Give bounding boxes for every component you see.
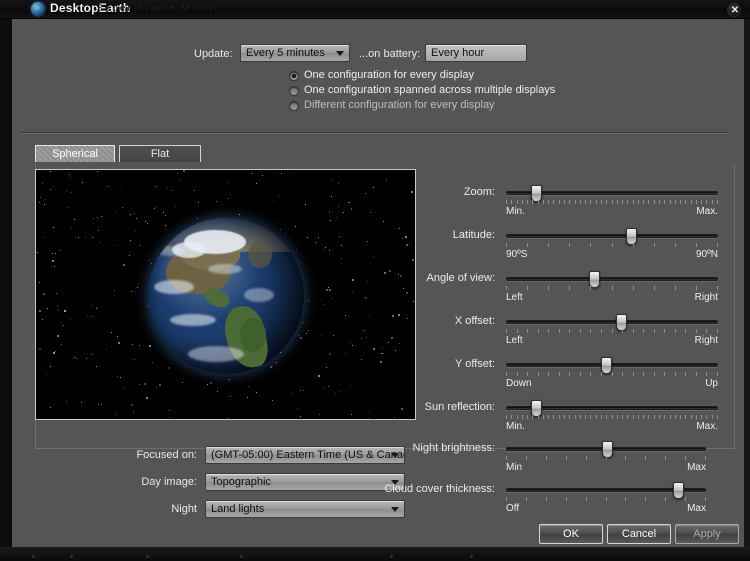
radio-different-config[interactable]: Different configuration for every displa… xyxy=(289,99,495,111)
slider-label: Y offset: xyxy=(455,358,495,370)
slider-ticks xyxy=(506,456,706,461)
slider-track[interactable] xyxy=(506,185,718,202)
slider-min-label: Left xyxy=(506,292,523,303)
slider-min-label: Off xyxy=(506,503,520,514)
tab-spherical[interactable]: Spherical xyxy=(35,145,115,162)
slider-track[interactable] xyxy=(506,228,718,245)
slider-ticks xyxy=(506,372,718,377)
slider-track[interactable] xyxy=(506,400,718,417)
app-window: DesktopEarth Super Frame Mount ✕ Update:… xyxy=(0,0,750,561)
slider-max-label: Max. xyxy=(696,421,718,432)
slider-label: Latitude: xyxy=(452,229,495,241)
slider-min-label: 90ºS xyxy=(506,249,528,260)
slider-ticks xyxy=(506,286,718,291)
slider-ticks xyxy=(506,415,718,420)
slider-max-label: Max xyxy=(687,462,706,473)
slider-track[interactable] xyxy=(506,441,706,458)
battery-dropdown-value: Every hour xyxy=(431,47,485,59)
chevron-down-icon xyxy=(391,507,399,512)
focused-on-label: Focused on: xyxy=(136,449,197,461)
radio-one-config-spanned[interactable]: One configuration spanned across multipl… xyxy=(289,84,555,96)
radio-label: One configuration for every display xyxy=(304,69,474,81)
radio-indicator xyxy=(289,86,299,96)
slider-max-label: Max xyxy=(687,503,706,514)
section-divider xyxy=(20,132,728,134)
night-label: Night xyxy=(171,503,197,515)
slider-track[interactable] xyxy=(506,482,706,499)
battery-label: ...on battery: xyxy=(359,48,421,60)
slider-max-label: 90ºN xyxy=(696,249,718,260)
desktop-right-strip xyxy=(744,0,750,561)
close-icon[interactable]: ✕ xyxy=(727,3,741,17)
slider-min-label: Min. xyxy=(506,206,525,217)
radio-label: Different configuration for every displa… xyxy=(304,99,495,111)
battery-dropdown[interactable]: Every hour xyxy=(425,44,527,62)
slider-label: X offset: xyxy=(454,315,495,327)
update-label: Update: xyxy=(194,48,233,60)
chevron-down-icon xyxy=(336,51,344,56)
radio-indicator xyxy=(289,71,299,81)
slider-max-label: Right xyxy=(694,292,718,303)
slider-label: Angle of view: xyxy=(426,272,495,284)
night-dropdown[interactable]: Land lights xyxy=(205,500,405,518)
title-bar: DesktopEarth Super Frame Mount ✕ xyxy=(0,0,750,19)
slider-min-label: Left xyxy=(506,335,523,346)
globe-render xyxy=(148,218,304,374)
slider-track[interactable] xyxy=(506,357,718,374)
globe-icon xyxy=(31,2,45,16)
title-bar-ghost-text: Super Frame Mount xyxy=(96,3,219,14)
tab-label: Spherical xyxy=(52,148,98,160)
slider-min-label: Min. xyxy=(506,421,525,432)
slider-max-label: Up xyxy=(705,378,718,389)
tab-flat[interactable]: Flat xyxy=(119,145,201,162)
slider-label: Sun reflection: xyxy=(424,401,495,413)
taskbar-strip xyxy=(0,547,750,561)
slider-min-label: Min xyxy=(506,462,523,473)
update-dropdown-value: Every 5 minutes xyxy=(246,47,325,59)
slider-ticks xyxy=(506,329,718,334)
update-dropdown[interactable]: Every 5 minutes xyxy=(240,44,350,62)
slider-max-label: Right xyxy=(694,335,718,346)
cancel-button[interactable]: Cancel xyxy=(607,524,671,544)
slider-label: Zoom: xyxy=(463,186,495,198)
slider-label: Night brightness: xyxy=(412,442,495,454)
slider-ticks xyxy=(506,200,718,205)
slider-max-label: Max. xyxy=(696,206,718,217)
slider-track[interactable] xyxy=(506,314,718,331)
radio-indicator xyxy=(289,101,299,111)
desktop-left-strip xyxy=(0,0,12,561)
slider-min-label: Down xyxy=(506,378,532,389)
slider-ticks xyxy=(506,243,718,248)
ok-button[interactable]: OK xyxy=(539,524,603,544)
slider-ticks xyxy=(506,497,706,502)
tab-label: Flat xyxy=(150,148,170,160)
night-value: Land lights xyxy=(211,503,265,515)
apply-button[interactable]: Apply xyxy=(675,524,739,544)
dialog-body: Update: Every 5 minutes ...on battery: E… xyxy=(12,19,744,547)
radio-one-config-every-display[interactable]: One configuration for every display xyxy=(289,69,474,81)
slider-label: Cloud cover thickness: xyxy=(384,483,495,495)
radio-label: One configuration spanned across multipl… xyxy=(304,84,556,96)
earth-preview[interactable] xyxy=(35,169,416,420)
day-image-label: Day image: xyxy=(141,476,197,488)
slider-track[interactable] xyxy=(506,271,718,288)
